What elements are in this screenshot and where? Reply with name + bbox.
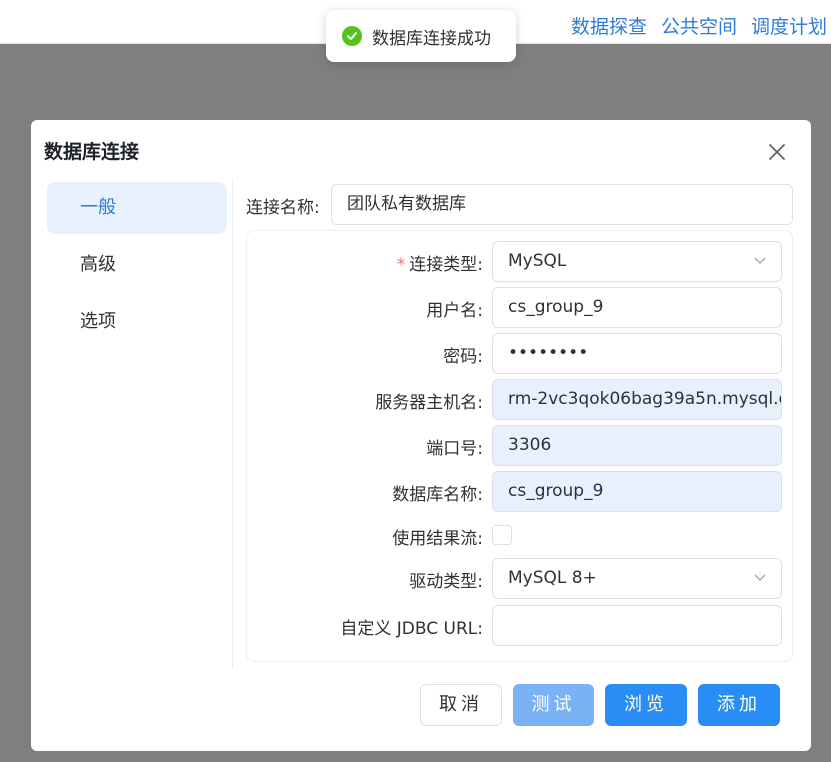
jdbc-url-input[interactable]	[492, 605, 782, 646]
test-button[interactable]: 测试	[513, 684, 594, 726]
required-mark: *	[396, 255, 406, 275]
close-button[interactable]	[763, 138, 791, 166]
browse-button[interactable]: 浏览	[605, 684, 687, 726]
cancel-button[interactable]: 取消	[420, 684, 502, 726]
chevron-down-icon	[753, 242, 767, 281]
conn-type-select[interactable]: MySQL	[492, 241, 782, 282]
top-nav: 数据探查 公共空间 调度计划	[571, 12, 827, 39]
jdbc-url-label: 自定义 JDBC URL:	[340, 619, 483, 639]
port-input[interactable]: 3306	[492, 425, 782, 466]
sidebar-divider	[232, 178, 233, 668]
use-stream-label: 使用结果流:	[392, 529, 483, 549]
sidebar-item-advanced[interactable]: 高级	[47, 239, 227, 291]
success-toast: 数据库连接成功	[326, 10, 516, 62]
db-connection-dialog: 数据库连接 一般 高级 选项 连接名称: 团队私有数据库 * 连接类型: MySQ…	[31, 120, 811, 751]
connection-name-input[interactable]: 团队私有数据库	[331, 184, 793, 225]
password-input[interactable]: ••••••••	[492, 333, 782, 374]
driver-type-label: 驱动类型:	[409, 572, 483, 592]
close-icon	[769, 144, 785, 160]
toast-message: 数据库连接成功	[372, 28, 491, 49]
add-button[interactable]: 添加	[698, 684, 780, 726]
driver-type-select[interactable]: MySQL 8+	[492, 558, 782, 599]
sidebar-item-general[interactable]: 一般	[47, 182, 227, 234]
dialog-title: 数据库连接	[44, 141, 140, 163]
username-input[interactable]: cs_group_9	[492, 287, 782, 328]
host-label: 服务器主机名:	[375, 393, 483, 413]
conn-type-label: * 连接类型:	[396, 255, 483, 275]
sidebar-item-options[interactable]: 选项	[47, 296, 227, 348]
port-label: 端口号:	[426, 439, 483, 459]
dialog-sidebar: 一般 高级 选项	[47, 182, 227, 353]
nav-schedule-plan[interactable]: 调度计划	[751, 12, 827, 39]
chevron-down-icon	[753, 559, 767, 598]
nav-data-explore[interactable]: 数据探查	[571, 12, 647, 39]
connection-name-label: 连接名称:	[246, 198, 320, 218]
database-input[interactable]: cs_group_9	[492, 471, 782, 512]
nav-public-space[interactable]: 公共空间	[661, 12, 737, 39]
username-label: 用户名:	[426, 301, 483, 321]
check-circle-icon	[342, 26, 362, 46]
host-input[interactable]: rm-2vc3qok06bag39a5n.mysql.c	[492, 379, 782, 420]
database-label: 数据库名称:	[392, 485, 483, 505]
use-stream-checkbox[interactable]	[492, 525, 512, 545]
password-label: 密码:	[443, 347, 483, 367]
